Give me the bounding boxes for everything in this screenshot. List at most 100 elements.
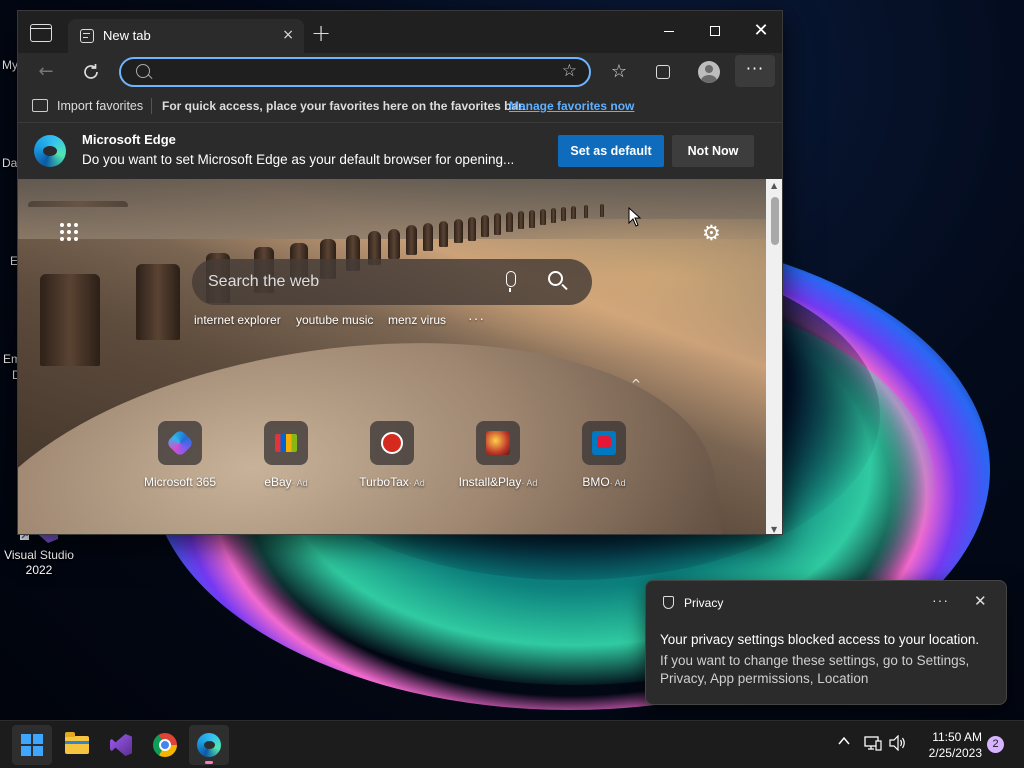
edge-browser-window: New tab × + ✕ ← ☆ ☆ ··· Import favorites… bbox=[17, 10, 783, 535]
favorites-button[interactable]: ☆ bbox=[605, 58, 633, 86]
quick-link-label: Install&Play bbox=[458, 475, 522, 489]
favorites-bar: Import favorites For quick access, place… bbox=[18, 91, 782, 122]
background-post bbox=[551, 208, 556, 223]
shield-icon bbox=[663, 596, 674, 609]
quick-link-ebay[interactable]: eBay· Ad bbox=[231, 421, 341, 489]
taskbar-chrome[interactable] bbox=[145, 725, 185, 765]
taskbar: 11:50 AM 2/25/2023 2 bbox=[0, 720, 1024, 768]
notification-close-icon[interactable]: ✕ bbox=[974, 592, 987, 610]
settings-and-more-button[interactable]: ··· bbox=[735, 55, 775, 87]
ad-label: · Ad bbox=[408, 478, 425, 488]
scroll-thumb[interactable] bbox=[771, 197, 779, 245]
minimize-button[interactable] bbox=[646, 11, 692, 51]
default-browser-infobar: Microsoft Edge Do you want to set Micros… bbox=[18, 122, 782, 179]
address-input[interactable] bbox=[159, 62, 539, 82]
title-bar: New tab × + ✕ bbox=[18, 11, 782, 53]
privacy-notification[interactable]: Privacy ··· ✕ Your privacy settings bloc… bbox=[645, 580, 1007, 705]
more-suggestions-icon[interactable]: ··· bbox=[468, 310, 485, 326]
quick-link-tile bbox=[158, 421, 202, 465]
maximize-button[interactable] bbox=[692, 11, 738, 51]
refresh-button[interactable] bbox=[77, 58, 105, 86]
address-bar[interactable]: ☆ bbox=[119, 57, 591, 87]
search-icon[interactable] bbox=[548, 271, 563, 286]
background-post bbox=[529, 210, 535, 228]
visual-studio-desktop-label[interactable]: Visual Studio 2022 bbox=[2, 548, 76, 578]
tab-title: New tab bbox=[103, 28, 151, 43]
tab-close-icon[interactable]: × bbox=[282, 27, 294, 43]
avatar bbox=[698, 61, 720, 83]
quick-link-bmo[interactable]: BMO· Ad bbox=[549, 421, 659, 489]
suggestion-item[interactable]: internet explorer bbox=[194, 313, 281, 327]
maximize-icon bbox=[710, 26, 720, 36]
notification-body: If you want to change these settings, go… bbox=[660, 653, 970, 686]
desktop-icon-label-1[interactable]: My bbox=[2, 58, 18, 72]
ad-label: · Ad bbox=[521, 478, 538, 488]
quick-link-tile bbox=[370, 421, 414, 465]
tab-actions-icon[interactable] bbox=[30, 24, 52, 42]
edge-icon bbox=[197, 733, 221, 757]
not-now-button[interactable]: Not Now bbox=[672, 135, 754, 167]
background-post bbox=[571, 206, 576, 219]
manage-favorites-link[interactable]: Manage favorites now bbox=[509, 99, 634, 113]
web-search-box[interactable]: Search the web bbox=[192, 259, 592, 305]
collapse-chevron-up-icon[interactable]: ^ bbox=[631, 377, 641, 391]
quick-link-turbotax[interactable]: TurboTax· Ad bbox=[337, 421, 447, 489]
page-settings-gear-icon[interactable]: ⚙ bbox=[702, 221, 721, 245]
notification-count-badge[interactable]: 2 bbox=[987, 736, 1004, 753]
refresh-icon bbox=[84, 64, 98, 79]
scroll-down-arrow-icon[interactable]: ▼ bbox=[771, 525, 777, 534]
background-post bbox=[388, 229, 400, 259]
quick-link-microsoft-365[interactable]: Microsoft 365 bbox=[125, 421, 235, 489]
desktop-icon-label-2[interactable]: Da bbox=[2, 156, 17, 170]
taskbar-file-explorer[interactable] bbox=[57, 725, 97, 765]
show-hidden-icons-chevron-up-icon[interactable] bbox=[838, 735, 850, 747]
folder-icon bbox=[65, 732, 89, 754]
divider bbox=[151, 98, 152, 114]
set-as-default-button[interactable]: Set as default bbox=[558, 135, 664, 167]
background-post bbox=[454, 219, 463, 243]
page-scrollbar[interactable]: ▲ ▼ bbox=[766, 179, 782, 534]
quick-link-install-and-play[interactable]: Install&Play· Ad bbox=[443, 421, 553, 489]
minimize-icon bbox=[664, 30, 674, 32]
infobar-title: Microsoft Edge bbox=[82, 132, 176, 147]
start-button[interactable] bbox=[12, 725, 52, 765]
collections-button[interactable] bbox=[649, 58, 677, 86]
quick-link-label: TurboTax bbox=[359, 475, 409, 489]
microsoft-365-icon bbox=[165, 428, 195, 458]
notification-more-options-icon[interactable]: ··· bbox=[932, 592, 949, 608]
add-favorite-icon[interactable]: ☆ bbox=[562, 61, 577, 81]
background-post bbox=[506, 212, 513, 232]
background-post bbox=[518, 211, 524, 229]
background-post bbox=[439, 221, 448, 247]
quick-link-label: BMO bbox=[582, 475, 610, 489]
scroll-up-arrow-icon[interactable]: ▲ bbox=[771, 181, 777, 190]
taskbar-edge[interactable] bbox=[189, 725, 229, 765]
background-post bbox=[40, 274, 100, 366]
ad-label: · Ad bbox=[291, 478, 308, 488]
back-button[interactable]: ← bbox=[32, 58, 60, 86]
running-indicator bbox=[205, 761, 213, 764]
apps-launcher-button[interactable] bbox=[60, 223, 80, 243]
background-post bbox=[136, 264, 180, 340]
new-tab-button[interactable]: + bbox=[311, 21, 331, 45]
microphone-icon[interactable] bbox=[506, 271, 516, 292]
system-clock[interactable]: 11:50 AM 2/25/2023 bbox=[916, 729, 982, 761]
ebay-bag-icon bbox=[275, 434, 297, 452]
network-icon[interactable] bbox=[864, 735, 882, 751]
taskbar-visual-studio[interactable] bbox=[101, 725, 141, 765]
background-post bbox=[600, 204, 604, 217]
windows-logo-icon bbox=[21, 734, 43, 756]
infobar-message: Do you want to set Microsoft Edge as you… bbox=[82, 152, 515, 167]
volume-icon[interactable] bbox=[889, 735, 907, 751]
tab-new-tab[interactable]: New tab × bbox=[68, 19, 304, 53]
new-tab-page-icon bbox=[80, 29, 94, 43]
background-post bbox=[584, 205, 588, 218]
profile-button[interactable] bbox=[694, 57, 724, 87]
suggestion-item[interactable]: youtube music bbox=[296, 313, 373, 327]
close-window-button[interactable]: ✕ bbox=[738, 11, 782, 51]
import-favorites-button[interactable]: Import favorites bbox=[57, 99, 143, 113]
suggestion-item[interactable]: menz virus bbox=[388, 313, 446, 327]
web-search-placeholder: Search the web bbox=[208, 273, 320, 290]
collections-icon bbox=[656, 65, 670, 79]
clock-date: 2/25/2023 bbox=[928, 746, 982, 760]
